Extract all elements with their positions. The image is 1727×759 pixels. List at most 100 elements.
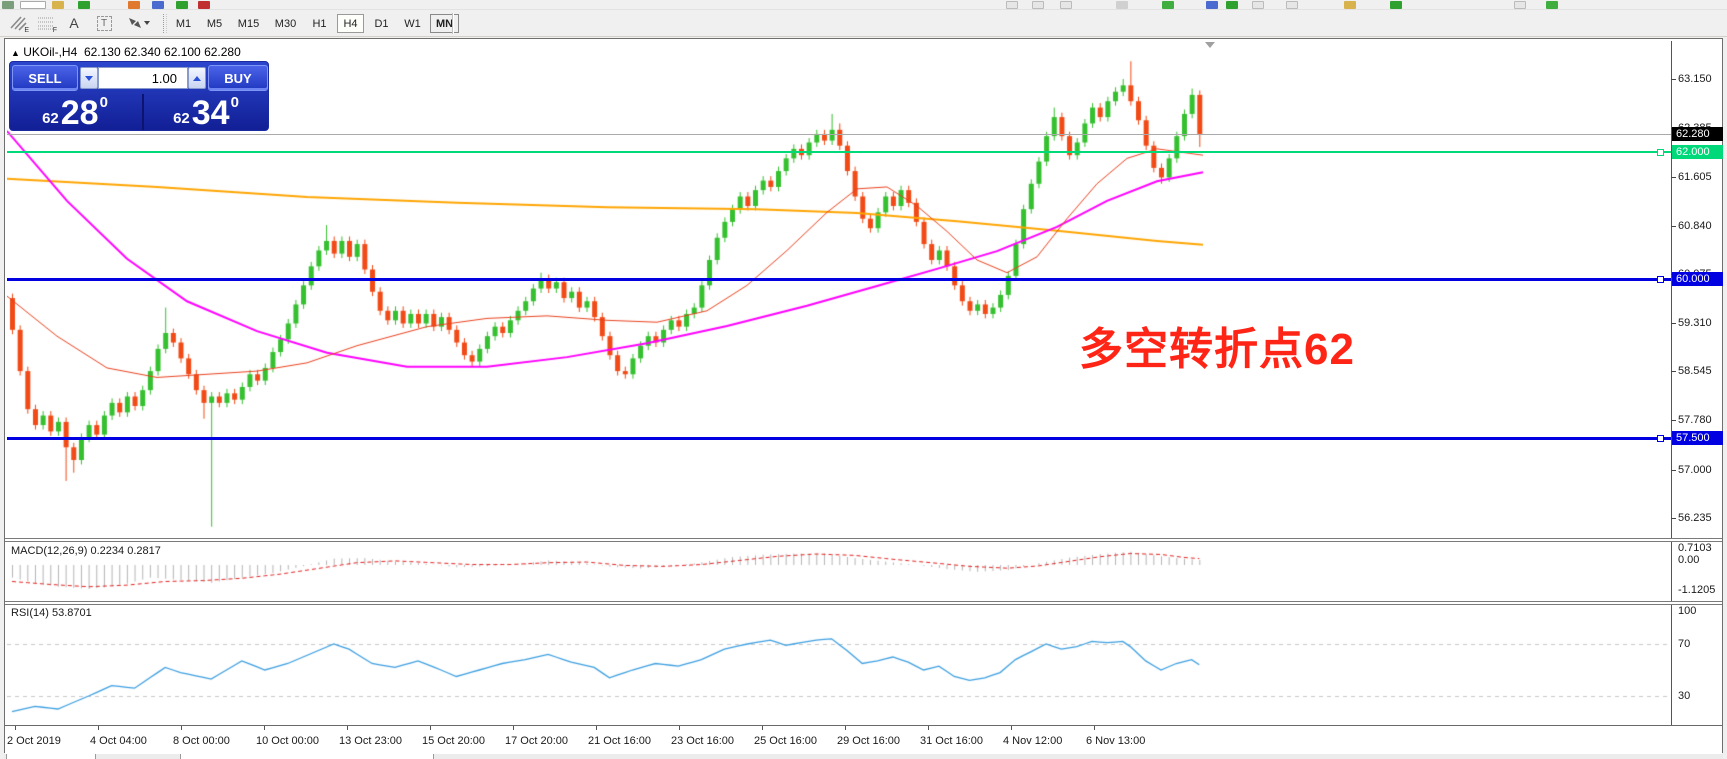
cropped-icon — [78, 1, 90, 9]
price-tick — [1671, 177, 1676, 179]
cropped-icon — [1226, 1, 1238, 9]
cropped-icon — [1006, 1, 1018, 9]
timeframe-button-w1[interactable]: W1 — [399, 14, 426, 33]
ohlc-values: 62.130 62.340 62.100 62.280 — [83, 45, 241, 59]
cropped-icon — [152, 1, 164, 9]
chart-text-annotation[interactable]: 多空转折点62 — [1079, 313, 1355, 377]
price-tick — [1671, 225, 1676, 227]
cropped-icon — [1162, 1, 1174, 9]
rsi-canvas[interactable] — [7, 605, 1671, 724]
timeframe-button-h1[interactable]: H1 — [306, 14, 333, 33]
cropped-icon — [2, 1, 14, 9]
price-tick-label: 56.235 — [1678, 512, 1712, 525]
panel-splitter[interactable] — [5, 601, 1722, 605]
timeframe-button-m15[interactable]: M15 — [232, 14, 265, 33]
macd-canvas[interactable] — [7, 543, 1671, 598]
time-axis-label: 31 Oct 16:00 — [920, 735, 983, 747]
line-drag-handle[interactable] — [1657, 276, 1664, 284]
buy-button[interactable]: BUY — [208, 65, 268, 91]
line-drag-handle[interactable] — [1657, 149, 1664, 157]
volume-decrease-button[interactable] — [80, 67, 98, 89]
price-level-line-57.500[interactable] — [7, 436, 1671, 440]
timeframe-button-mn[interactable]: MN — [430, 14, 459, 33]
time-tick — [679, 726, 680, 730]
sell-price-small: 62 — [42, 110, 59, 127]
price-tick-label: 57.000 — [1678, 463, 1712, 476]
timeframe-button-m30[interactable]: M30 — [269, 14, 302, 33]
price-axis-line — [1671, 41, 1672, 725]
price-level-line-62.000[interactable] — [7, 151, 1671, 154]
price-level-box-60.000: 60.000 — [1672, 272, 1723, 287]
cropped-icon — [52, 1, 64, 9]
indicator-axis-label: 0.00 — [1678, 554, 1700, 566]
time-axis-label: 8 Oct 00:00 — [173, 735, 230, 747]
time-axis-label: 6 Nov 13:00 — [1086, 735, 1146, 747]
time-axis-label: 23 Oct 16:00 — [671, 735, 734, 747]
sell-price[interactable]: 62 28 0 — [12, 94, 138, 130]
rsi-label: RSI(14) 53.8701 — [11, 607, 92, 619]
cropped-icon — [128, 1, 140, 9]
price-level-box-57.500: 57.500 — [1672, 430, 1723, 445]
price-tick-label: 61.605 — [1678, 171, 1712, 184]
sell-button[interactable]: SELL — [12, 65, 78, 91]
dropdown-caret-icon — [144, 21, 150, 25]
buy-price-big: 34 — [191, 94, 230, 132]
time-tick — [596, 726, 597, 730]
fibonacci-grid-icon[interactable]: F — [34, 12, 58, 34]
price-tick-label: 59.310 — [1678, 316, 1712, 329]
time-axis-label: 4 Nov 12:00 — [1003, 735, 1063, 747]
time-tick — [15, 726, 16, 730]
time-tick — [762, 726, 763, 730]
indicator-axis-label: 70 — [1678, 638, 1691, 650]
price-tick-label: 60.840 — [1678, 219, 1712, 232]
timeframe-button-m1[interactable]: M1 — [170, 14, 197, 33]
sell-price-sup: 0 — [99, 94, 108, 111]
price-tick — [1671, 419, 1676, 421]
time-axis-label: 29 Oct 16:00 — [837, 735, 900, 747]
cropped-icon — [1344, 1, 1356, 9]
timeframe-button-d1[interactable]: D1 — [368, 14, 395, 33]
crayon-sub-label: E — [24, 27, 29, 34]
toolbar-grip[interactable] — [163, 14, 167, 33]
collapse-triangle-icon[interactable]: ▲ — [11, 48, 20, 58]
timeframe-button-m5[interactable]: M5 — [201, 14, 228, 33]
cropped-icon — [1390, 1, 1402, 9]
time-tick — [347, 726, 348, 730]
time-tick — [845, 726, 846, 730]
cropped-icon — [1514, 1, 1526, 9]
chart-toolbar: E F A T M1 M5 M15 M30 H1 H4 D1 W1 MN — [0, 10, 1727, 37]
buy-price[interactable]: 62 34 0 — [142, 94, 268, 130]
cropped-icon — [1546, 1, 1558, 9]
price-level-line-60.000[interactable] — [7, 278, 1671, 282]
time-axis-label: 4 Oct 04:00 — [90, 735, 147, 747]
price-tick-label: 63.150 — [1678, 73, 1712, 85]
time-axis-label: 15 Oct 20:00 — [422, 735, 485, 747]
cropped-dropdown — [20, 1, 46, 9]
line-drag-handle[interactable] — [1657, 434, 1664, 442]
window-top-strip — [0, 0, 1727, 10]
time-tick — [513, 726, 514, 730]
price-tick-label: 57.780 — [1678, 413, 1712, 426]
cropped-icon — [1032, 1, 1044, 9]
time-axis-label: 21 Oct 16:00 — [588, 735, 651, 747]
price-tick — [1671, 371, 1676, 373]
cropped-icon — [176, 1, 188, 9]
volume-increase-button[interactable] — [188, 67, 206, 89]
panel-splitter[interactable] — [5, 538, 1722, 542]
macd-label: MACD(12,26,9) 0.2234 0.2817 — [11, 545, 161, 557]
time-axis[interactable]: 2 Oct 2019 4 Oct 04:00 8 Oct 00:00 10 Oct 0… — [5, 725, 1722, 754]
cropped-icon — [1116, 1, 1128, 9]
price-tick-label: 58.545 — [1678, 365, 1712, 378]
arrow-tools-icon[interactable] — [122, 12, 156, 34]
text-label-icon[interactable]: A — [62, 12, 86, 34]
up-arrow-icon — [193, 75, 201, 81]
time-tick — [98, 726, 99, 730]
buy-price-sup: 0 — [230, 94, 239, 111]
textbox-glyph: T — [96, 15, 112, 31]
volume-input[interactable] — [98, 67, 188, 89]
crayons-draw-icon[interactable]: E — [6, 12, 30, 34]
text-box-icon[interactable]: T — [92, 12, 116, 34]
timeframe-button-h4[interactable]: H4 — [337, 14, 364, 33]
rsi-value: 53.8701 — [51, 607, 92, 619]
current-price-line[interactable] — [7, 134, 1671, 136]
